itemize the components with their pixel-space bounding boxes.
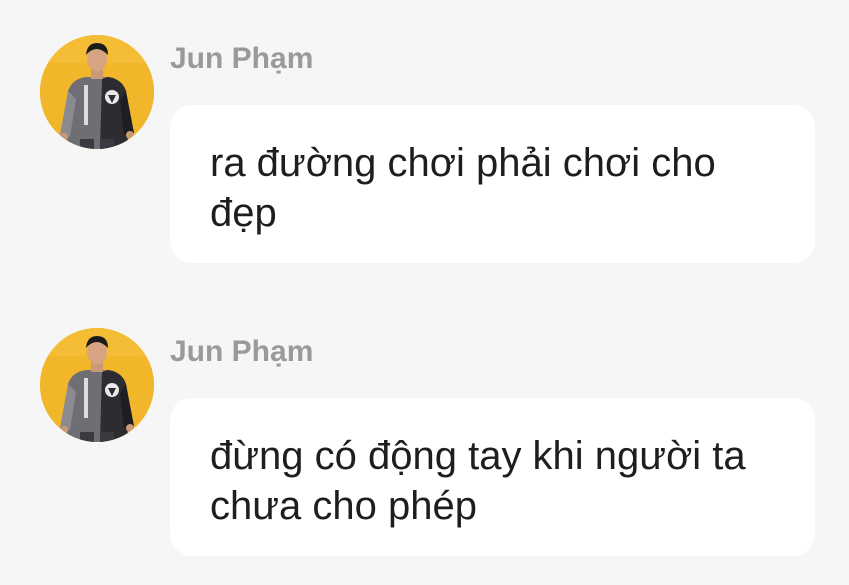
- sender-name: Jun Phạm: [170, 42, 314, 75]
- chat-message-list: Jun Phạm ra đường chơi phải chơi cho đẹp: [0, 0, 849, 585]
- avatar[interactable]: [40, 35, 154, 149]
- message-text: đừng có động tay khi người ta chưa cho p…: [210, 434, 746, 528]
- sender-name: Jun Phạm: [170, 335, 314, 368]
- message-bubble[interactable]: ra đường chơi phải chơi cho đẹp: [170, 105, 815, 263]
- user-avatar-photo-icon: [40, 328, 154, 442]
- message-text: ra đường chơi phải chơi cho đẹp: [210, 141, 716, 235]
- avatar[interactable]: [40, 328, 154, 442]
- user-avatar-photo-icon: [40, 35, 154, 149]
- message-bubble[interactable]: đừng có động tay khi người ta chưa cho p…: [170, 398, 815, 556]
